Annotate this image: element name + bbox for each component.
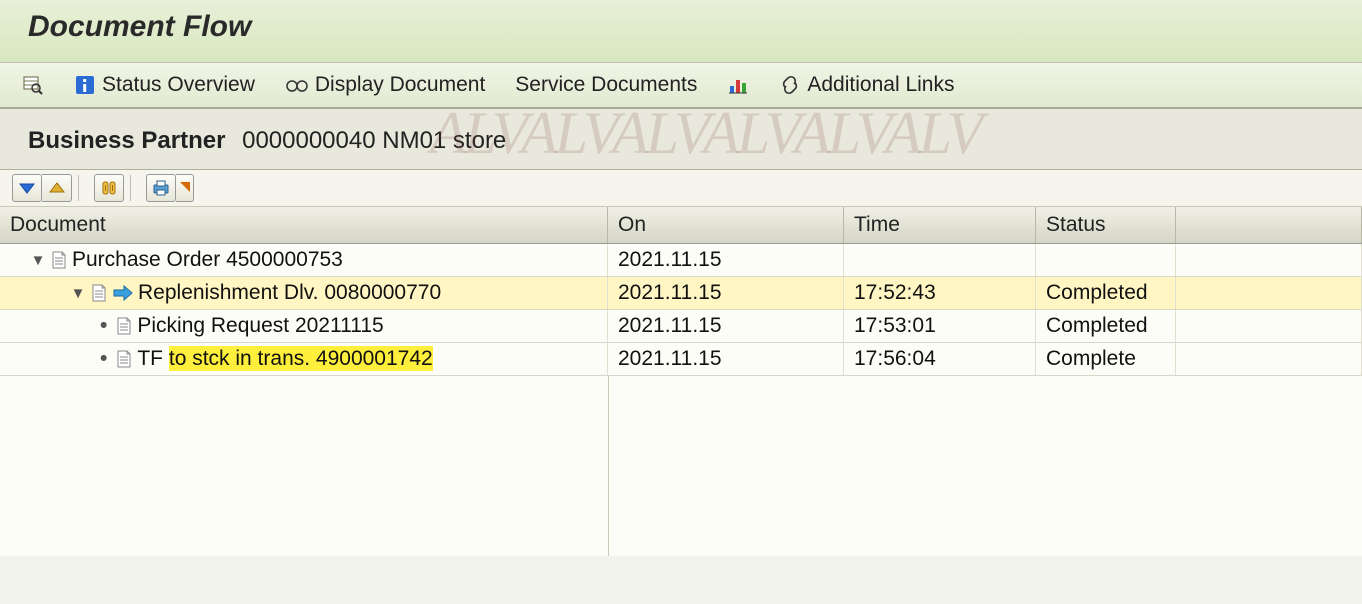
glasses-icon [285,74,309,96]
col-status[interactable]: Status [1036,207,1176,243]
cell-time: 17:56:04 [844,343,1036,375]
collapse-all-button[interactable] [42,174,72,202]
print-button[interactable] [146,174,176,202]
doc-label: Purchase Order 4500000753 [72,248,343,272]
cell-on: 2021.11.15 [608,244,844,276]
document-icon [50,250,68,270]
display-document-button[interactable]: Display Document [281,71,489,99]
expand-toggle-icon[interactable]: ▼ [70,285,86,302]
find-button[interactable] [94,174,124,202]
col-on[interactable]: On [608,207,844,243]
display-document-label: Display Document [315,73,485,97]
business-partner-label: Business Partner [28,127,225,154]
grid-header: Document On Time Status [0,207,1362,244]
print-dropdown-button[interactable] [176,174,194,202]
arrow-right-icon [112,284,134,302]
detail-icon-button[interactable] [18,72,48,98]
status-overview-button[interactable]: Status Overview [70,71,259,99]
col-document[interactable]: Document [0,207,608,243]
service-documents-button[interactable]: Service Documents [511,71,701,99]
table-row[interactable]: • TF to stck in trans. 4900001742 2021.1… [0,343,1362,376]
cell-on: 2021.11.15 [608,277,844,309]
status-overview-label: Status Overview [102,73,255,97]
business-partner-bar: ALVALVALVALVALVALV Business Partner 0000… [0,109,1362,170]
info-icon [74,74,96,96]
col-time[interactable]: Time [844,207,1036,243]
doc-label: Replenishment Dlv. 0080000770 [138,281,441,305]
doc-label: Picking Request 20211115 [137,314,383,338]
cell-on: 2021.11.15 [608,343,844,375]
chart-icon-button[interactable] [723,72,753,98]
tree-toolbar [0,170,1362,207]
business-partner-value: 0000000040 NM01 store [242,127,506,154]
empty-area [0,376,1362,556]
grid-body: ▼ Purchase Order 4500000753 2021.11.15 ▼… [0,244,1362,376]
table-row[interactable]: ▼ Replenishment Dlv. 0080000770 2021.11.… [0,277,1362,310]
table-row[interactable]: ▼ Purchase Order 4500000753 2021.11.15 [0,244,1362,277]
expand-toggle-icon[interactable]: ▼ [30,252,46,269]
cell-status: Completed [1036,277,1176,309]
link-icon [779,74,801,96]
document-icon [115,316,133,336]
additional-links-button[interactable]: Additional Links [775,71,958,99]
document-icon [115,349,133,369]
cell-status: Completed [1036,310,1176,342]
expand-all-button[interactable] [12,174,42,202]
bar-chart-icon [727,74,749,96]
cell-status [1036,244,1176,276]
service-documents-label: Service Documents [515,73,697,97]
bullet-icon: • [96,314,111,338]
cell-status: Complete [1036,343,1176,375]
table-search-icon [22,74,44,96]
cell-on: 2021.11.15 [608,310,844,342]
bullet-icon: • [96,347,111,371]
cell-time: 17:53:01 [844,310,1036,342]
document-icon [90,283,108,303]
main-toolbar: Status Overview Display Document Service… [0,63,1362,109]
doc-label: TF to stck in trans. 4900001742 [137,347,432,371]
cell-time: 17:52:43 [844,277,1036,309]
cell-time [844,244,1036,276]
table-row[interactable]: • Picking Request 20211115 2021.11.15 17… [0,310,1362,343]
page-title: Document Flow [0,0,1362,63]
additional-links-label: Additional Links [807,73,954,97]
